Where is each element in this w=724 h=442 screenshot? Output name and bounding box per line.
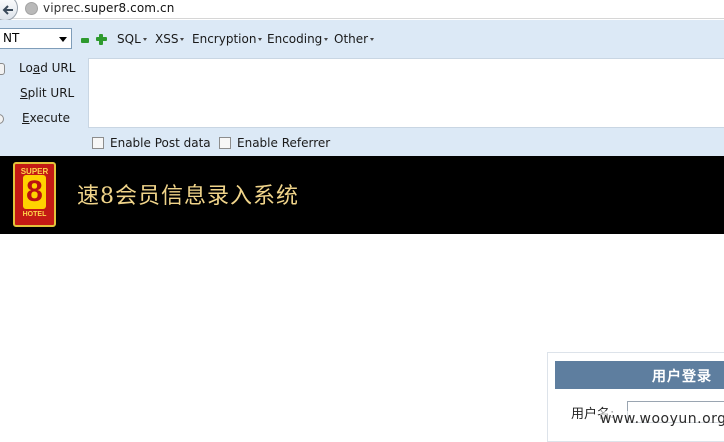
menu-encryption[interactable]: Encryption [192,32,263,46]
login-title: 用户登录 [652,369,712,385]
address-bar: viprec.super8.com.cn [0,0,724,21]
hackbar-select[interactable]: NT [0,28,72,49]
site-title: 速8会员信息录入系统 [77,184,299,209]
logo-bottom-text: HOTEL [22,211,47,218]
chevron-down-icon [59,37,67,42]
super8-logo: SUPER 8 HOTEL [13,162,56,227]
enable-post-data-label: Enable Post data [110,136,211,150]
login-header: 用户登录 [555,361,724,389]
menu-other[interactable]: Other [334,32,375,46]
enable-referrer-label: Enable Referrer [237,136,331,150]
enable-referrer-checkbox[interactable]: Enable Referrer [219,135,330,151]
globe-icon [25,2,38,15]
hackbar-select-value: NT [3,31,20,45]
load-url-icon [0,63,5,75]
increase-icon[interactable] [96,34,107,45]
menu-encoding[interactable]: Encoding [267,32,329,46]
back-button[interactable] [0,0,18,21]
menu-xss[interactable]: XSS [155,32,185,46]
enable-post-data-checkbox[interactable]: Enable Post data [92,135,211,151]
split-url-label: Split URL [20,86,75,100]
menu-sql[interactable]: SQL [117,32,147,46]
load-url-button[interactable]: Load URL [0,59,76,81]
checkbox-box[interactable] [219,137,231,149]
checkbox-box[interactable] [92,137,104,149]
execute-icon [0,114,4,124]
split-url-button[interactable]: Split URL [0,84,76,106]
login-box: 用户登录 用户名: [547,352,724,442]
watermark: www.wooyun.org [600,411,724,427]
url-textarea[interactable] [88,58,724,128]
back-arrow-icon [2,5,13,15]
caret-icon [370,38,375,41]
url-host: super8.com.cn [84,1,175,15]
hackbar-panel: NT SQL XSS Encryption Encoding Other Loa… [0,20,724,156]
execute-button[interactable]: Execute [0,109,76,131]
logo-number: 8 [23,175,46,209]
caret-icon [180,38,185,41]
load-url-label: Load URL [19,61,76,75]
caret-icon [142,38,147,41]
caret-icon [324,38,329,41]
caret-icon [258,38,263,41]
decrease-icon[interactable] [81,38,89,43]
site-header: SUPER 8 HOTEL 速8会员信息录入系统 [0,156,724,234]
execute-label: Execute [22,111,70,125]
url-field[interactable]: viprec.super8.com.cn [43,1,174,15]
url-prefix: viprec. [43,1,85,15]
